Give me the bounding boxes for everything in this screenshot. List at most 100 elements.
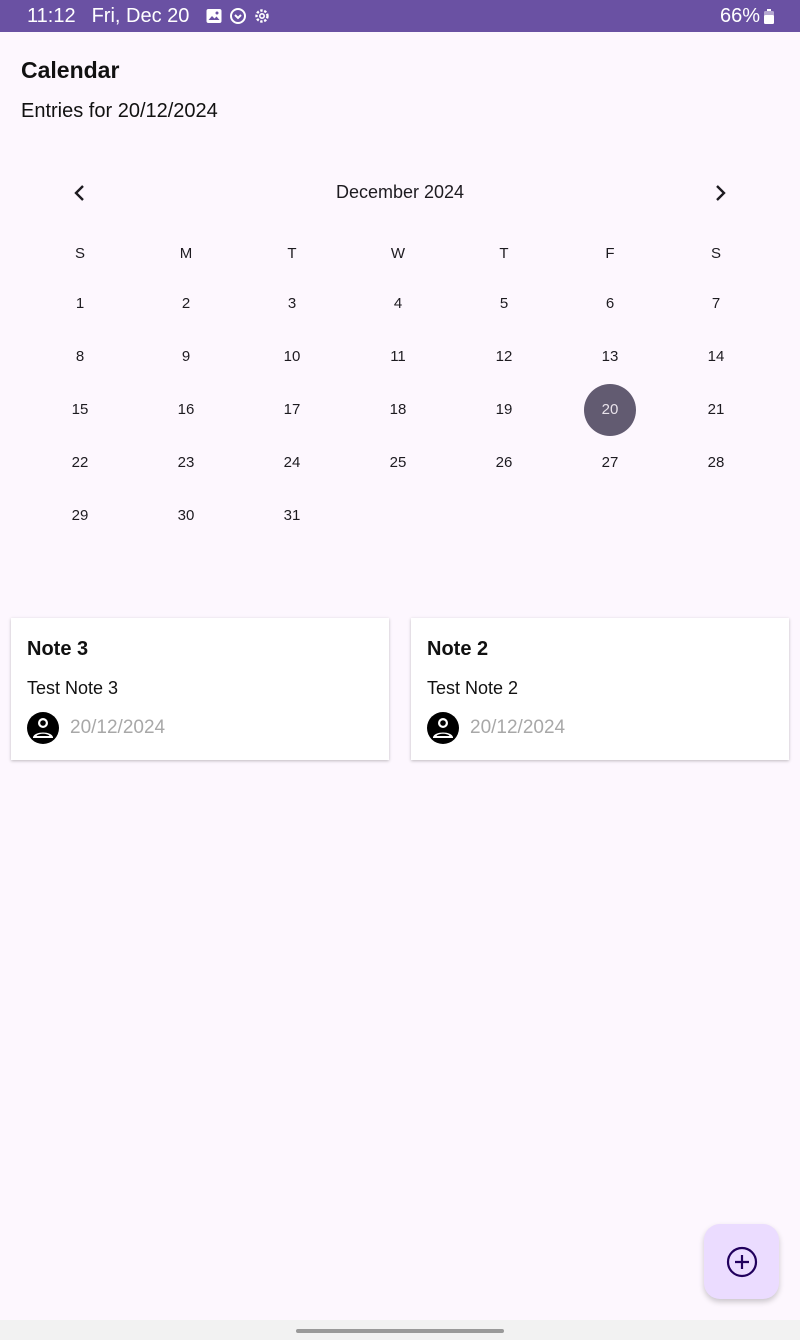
- day-number: 4: [393, 295, 403, 312]
- note-body: Test Note 2: [427, 678, 519, 698]
- note-card[interactable]: Note 3 Test Note 3 20/12/2024: [11, 618, 389, 760]
- month-label: December 2024: [335, 182, 465, 202]
- calendar-day[interactable]: 6: [557, 277, 663, 330]
- weekday-label: W: [390, 245, 406, 262]
- calendar-day[interactable]: 7: [663, 277, 769, 330]
- day-number: 11: [390, 348, 406, 365]
- calendar-day[interactable]: 13: [557, 330, 663, 383]
- weekday-header: S M T W T F S: [27, 244, 769, 264]
- day-number: 13: [601, 348, 619, 365]
- note-date: 20/12/2024: [70, 717, 166, 738]
- calendar-day[interactable]: 2: [133, 277, 239, 330]
- day-number: 15: [71, 401, 89, 418]
- status-time: 11:12: [27, 4, 76, 27]
- chevron-right-icon: [716, 185, 726, 201]
- weekday-label: S: [74, 245, 85, 262]
- calendar-day[interactable]: 10: [239, 330, 345, 383]
- image-icon: [205, 7, 223, 25]
- note-card[interactable]: Note 2 Test Note 2 20/12/2024: [411, 618, 789, 760]
- day-number: 22: [71, 454, 89, 471]
- day-number: 20: [584, 383, 636, 436]
- calendar-day[interactable]: 4: [345, 277, 451, 330]
- notification-icons: [205, 7, 271, 25]
- day-number: 5: [499, 295, 509, 312]
- note-title: Note 2: [427, 638, 489, 660]
- day-number: 17: [283, 401, 301, 418]
- day-number: 25: [389, 454, 407, 471]
- calendar-day-selected[interactable]: 20: [557, 383, 663, 436]
- weekday-label: M: [179, 245, 193, 262]
- day-number: 2: [181, 295, 191, 312]
- day-number: 31: [283, 507, 301, 524]
- note-title: Note 3: [27, 638, 89, 660]
- sync-icon: [229, 7, 247, 25]
- next-month-button[interactable]: [705, 178, 735, 208]
- day-number: 24: [283, 454, 301, 471]
- status-left: 11:12 Fri, Dec 20: [0, 5, 271, 28]
- day-number: 30: [177, 507, 195, 524]
- calendar-day[interactable]: 30: [133, 489, 239, 542]
- add-circle-icon: [726, 1246, 757, 1277]
- note-body: Test Note 3: [27, 678, 119, 698]
- day-number: 9: [181, 348, 191, 365]
- settings-icon: [253, 7, 271, 25]
- calendar-day[interactable]: 19: [451, 383, 557, 436]
- calendar-day[interactable]: 12: [451, 330, 557, 383]
- day-number: 19: [495, 401, 513, 418]
- day-number: 16: [177, 401, 195, 418]
- day-number: 3: [287, 295, 297, 312]
- calendar-day[interactable]: 26: [451, 436, 557, 489]
- day-number: 27: [601, 454, 619, 471]
- avatar-icon: [426, 711, 460, 745]
- day-number: 23: [177, 454, 195, 471]
- calendar-day[interactable]: 21: [663, 383, 769, 436]
- calendar-day[interactable]: 18: [345, 383, 451, 436]
- calendar-day[interactable]: 16: [133, 383, 239, 436]
- calendar-day[interactable]: 23: [133, 436, 239, 489]
- day-number: 10: [283, 348, 301, 365]
- status-right: 66%: [720, 5, 800, 28]
- day-number: 29: [71, 507, 89, 524]
- calendar-day[interactable]: 11: [345, 330, 451, 383]
- entries-label: Entries for 20/12/2024: [21, 100, 218, 122]
- note-date: 20/12/2024: [470, 717, 566, 738]
- calendar-day[interactable]: 22: [27, 436, 133, 489]
- page-title: Calendar: [21, 57, 120, 83]
- gesture-handle[interactable]: [296, 1329, 504, 1333]
- calendar-day[interactable]: 31: [239, 489, 345, 542]
- status-bar: 11:12 Fri, Dec 20 66%: [0, 0, 800, 32]
- weekday-label: T: [287, 245, 297, 262]
- day-number: 18: [389, 401, 407, 418]
- day-number: 21: [707, 401, 725, 418]
- calendar-days-grid: 1 2 3 4 5 6 7 8 9 10 11 12 13 14 15 16 1…: [27, 277, 769, 542]
- day-number: 6: [605, 295, 615, 312]
- navigation-bar: [0, 1320, 800, 1340]
- battery-icon: [764, 8, 774, 24]
- day-number: 1: [75, 295, 85, 312]
- calendar-day[interactable]: 27: [557, 436, 663, 489]
- calendar-day[interactable]: 3: [239, 277, 345, 330]
- day-number: 7: [711, 295, 721, 312]
- status-date: Fri, Dec 20: [91, 4, 190, 27]
- calendar-day[interactable]: 25: [345, 436, 451, 489]
- weekday-label: T: [499, 245, 509, 262]
- calendar-day[interactable]: 29: [27, 489, 133, 542]
- day-number: 8: [75, 348, 85, 365]
- battery-percent: 66%: [719, 4, 760, 27]
- calendar-day[interactable]: 8: [27, 330, 133, 383]
- calendar-day[interactable]: 24: [239, 436, 345, 489]
- calendar-day[interactable]: 5: [451, 277, 557, 330]
- add-entry-button[interactable]: [704, 1224, 779, 1299]
- calendar-day[interactable]: 28: [663, 436, 769, 489]
- day-number: 28: [707, 454, 725, 471]
- calendar-day[interactable]: 9: [133, 330, 239, 383]
- day-number: 14: [707, 348, 725, 365]
- calendar-day[interactable]: 17: [239, 383, 345, 436]
- day-number: 12: [495, 348, 513, 365]
- calendar-day[interactable]: 14: [663, 330, 769, 383]
- calendar-day[interactable]: 15: [27, 383, 133, 436]
- calendar-day[interactable]: 1: [27, 277, 133, 330]
- day-number: 26: [495, 454, 513, 471]
- avatar-icon: [26, 711, 60, 745]
- weekday-label: S: [710, 245, 721, 262]
